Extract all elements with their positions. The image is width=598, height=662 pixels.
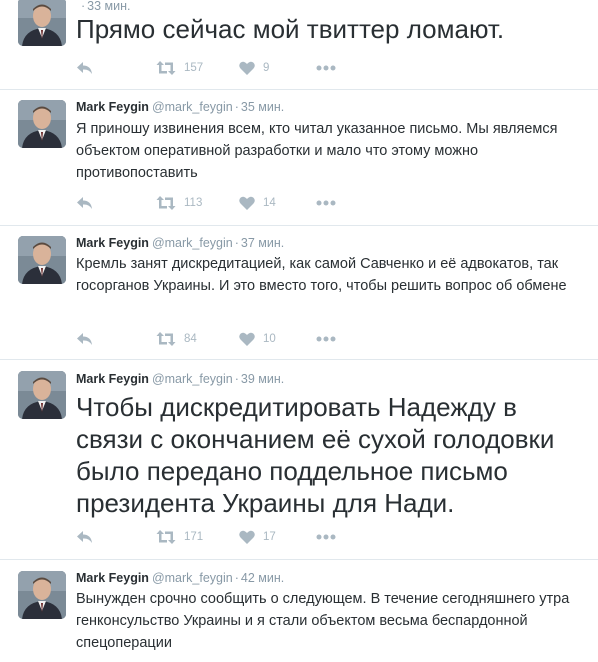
tweet-header: · 33 мин. [76, 0, 131, 14]
avatar[interactable] [18, 371, 66, 419]
avatar-photo [18, 371, 66, 419]
retweet-count: 157 [184, 62, 204, 74]
more-button[interactable] [316, 194, 336, 212]
reply-icon [77, 197, 92, 209]
author-handle[interactable]: @mark_feygin [152, 100, 233, 114]
more-icon [316, 200, 336, 206]
tweet-header: Mark Feygin @mark_feygin · 42 мин. [76, 570, 284, 586]
like-count: 17 [263, 531, 276, 543]
reply-icon [77, 333, 92, 345]
timeline: · 33 мин. Прямо сейчас мой твиттер ломают… [0, 0, 598, 662]
heart-icon [239, 332, 255, 346]
timestamp[interactable]: 37 мин. [241, 236, 284, 250]
retweet-count: 113 [184, 197, 203, 209]
author-name[interactable]: Mark Feygin [76, 571, 149, 585]
timestamp[interactable]: 35 мин. [241, 100, 284, 114]
retweet-button[interactable]: 171 [156, 528, 203, 546]
reply-button[interactable] [76, 330, 94, 348]
tweet-actions: 113 14 [76, 194, 356, 212]
tweet-text: Чтобы дискредитировать Надежду в связи с… [76, 392, 555, 518]
more-icon [316, 65, 336, 71]
tweet[interactable]: Mark Feygin @mark_feygin · 39 мин. Чтобы ди… [0, 360, 598, 560]
retweet-icon [156, 530, 176, 544]
avatar-photo [18, 571, 66, 619]
author-handle[interactable]: @mark_feygin [152, 372, 233, 386]
tweet-text: Вынужден срочно сообщить о следующем. В … [76, 591, 570, 651]
retweet-icon [156, 61, 176, 75]
separator: · [234, 100, 239, 114]
separator: · [234, 571, 239, 585]
retweet-count: 84 [184, 333, 197, 345]
avatar-photo [18, 100, 66, 148]
author-handle[interactable]: @mark_feygin [152, 236, 233, 250]
tweet-text: Кремль занят дискредитацией, как самой С… [76, 256, 567, 294]
separator: · [234, 236, 239, 250]
reply-icon [77, 62, 92, 74]
avatar[interactable] [18, 100, 66, 148]
tweet-actions: 157 9 [76, 59, 356, 77]
author-handle[interactable]: @mark_feygin [152, 571, 233, 585]
timestamp[interactable]: 33 мин. [87, 0, 130, 13]
tweet-actions: 84 10 [76, 330, 356, 348]
tweet[interactable]: Mark Feygin @mark_feygin · 42 мин. Вынужден… [0, 560, 598, 662]
more-icon [316, 336, 336, 342]
like-button[interactable]: 9 [239, 59, 269, 77]
avatar-photo [18, 236, 66, 284]
more-button[interactable] [316, 528, 336, 546]
more-button[interactable] [316, 330, 336, 348]
like-count: 10 [263, 333, 276, 345]
avatar-photo [18, 0, 66, 46]
reply-button[interactable] [76, 528, 94, 546]
retweet-button[interactable]: 84 [156, 330, 197, 348]
like-count: 9 [263, 62, 270, 74]
tweet-header: Mark Feygin @mark_feygin · 35 мин. [76, 99, 284, 115]
heart-icon [239, 61, 255, 75]
tweet-actions: 171 17 [76, 528, 356, 546]
tweet[interactable]: · 33 мин. Прямо сейчас мой твиттер ломают… [0, 0, 598, 90]
retweet-icon [156, 332, 176, 346]
timestamp[interactable]: 42 мин. [241, 571, 284, 585]
more-button[interactable] [316, 59, 336, 77]
author-name[interactable]: Mark Feygin [76, 372, 149, 386]
like-button[interactable]: 10 [239, 330, 276, 348]
separator: · [81, 0, 86, 13]
avatar[interactable] [18, 0, 66, 46]
like-button[interactable]: 17 [239, 528, 276, 546]
tweet-text: Прямо сейчас мой твиттер ломают. [76, 14, 505, 44]
heart-icon [239, 196, 255, 210]
reply-button[interactable] [76, 59, 94, 77]
heart-icon [239, 530, 255, 544]
retweet-button[interactable]: 113 [156, 194, 202, 212]
reply-button[interactable] [76, 194, 94, 212]
tweet[interactable]: Mark Feygin @mark_feygin · 37 мин. Кремль з… [0, 226, 598, 360]
author-name[interactable]: Mark Feygin [76, 236, 149, 250]
avatar[interactable] [18, 236, 66, 284]
like-count: 14 [263, 197, 276, 209]
timestamp[interactable]: 39 мин. [241, 372, 284, 386]
tweet-header: Mark Feygin @mark_feygin · 39 мин. [76, 371, 284, 387]
reply-icon [77, 531, 92, 543]
separator: · [234, 372, 239, 386]
avatar[interactable] [18, 571, 66, 619]
more-icon [316, 534, 336, 540]
retweet-icon [156, 196, 176, 210]
tweet-header: Mark Feygin @mark_feygin · 37 мин. [76, 235, 284, 251]
like-button[interactable]: 14 [239, 194, 276, 212]
retweet-button[interactable]: 157 [156, 59, 203, 77]
tweet-text: Я приношу извинения всем, кто читал указ… [76, 121, 558, 181]
retweet-count: 171 [184, 531, 204, 543]
author-name[interactable]: Mark Feygin [76, 100, 149, 114]
tweet[interactable]: Mark Feygin @mark_feygin · 35 мин. Я принош… [0, 90, 598, 226]
